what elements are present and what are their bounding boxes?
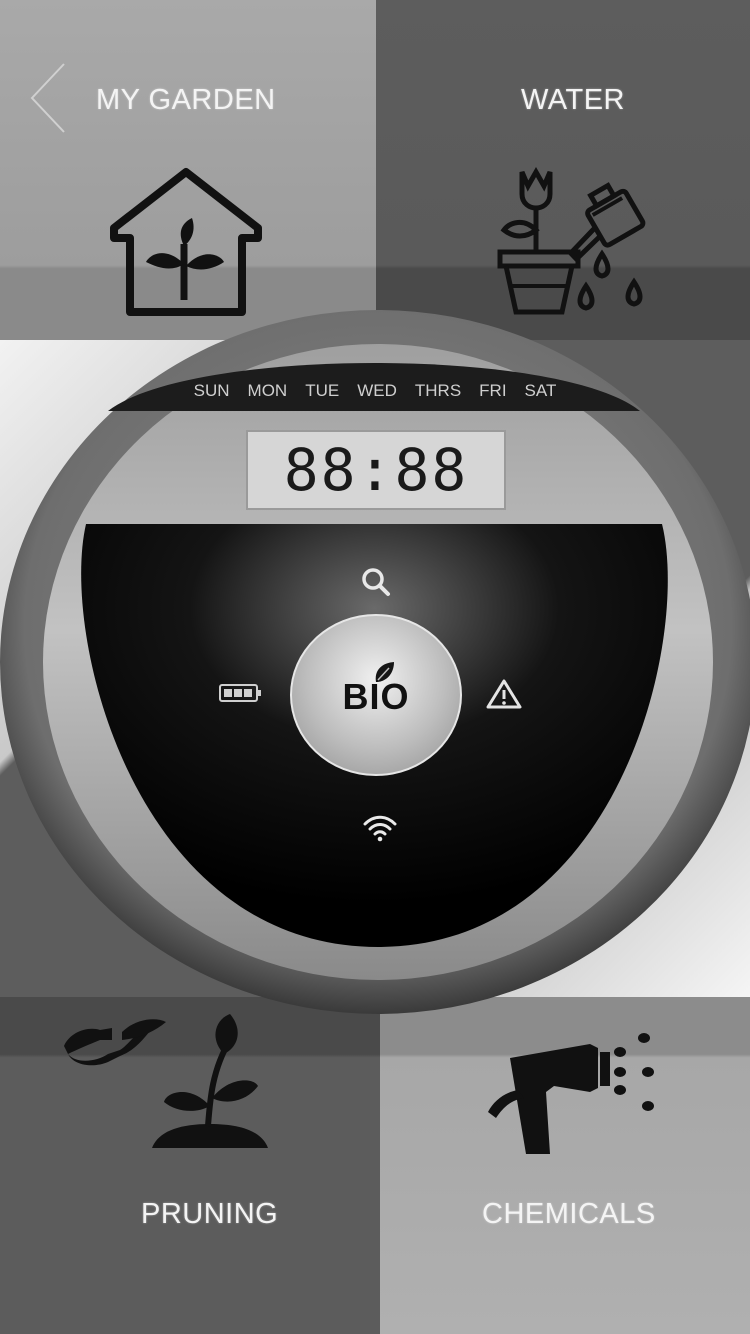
day-wed[interactable]: WED — [357, 381, 397, 401]
day-sat[interactable]: SAT — [525, 381, 557, 401]
day-sun[interactable]: SUN — [194, 381, 230, 401]
spray-gun-icon — [488, 1033, 654, 1154]
bio-label: BIO — [342, 676, 410, 717]
pruning-shears-icon — [64, 1014, 268, 1148]
bio-button[interactable]: BIO — [290, 614, 462, 776]
pruning-title: PRUNING — [141, 1198, 279, 1230]
warning-icon[interactable] — [486, 678, 522, 710]
weekday-selector: SUN MON TUE WED THRS FRI SAT — [110, 372, 640, 410]
my-garden-title: MY GARDEN — [96, 84, 276, 116]
day-thrs[interactable]: THRS — [415, 381, 461, 401]
day-fri[interactable]: FRI — [479, 381, 506, 401]
wifi-icon — [363, 815, 397, 842]
greenhouse-icon — [110, 168, 262, 316]
time-display: 88:88 — [246, 430, 506, 510]
day-tue[interactable]: TUE — [305, 381, 339, 401]
water-title: WATER — [521, 84, 625, 116]
chevron-left-icon[interactable] — [28, 62, 68, 134]
chemicals-title: CHEMICALS — [482, 1198, 656, 1230]
battery-icon — [219, 684, 261, 702]
day-mon[interactable]: MON — [248, 381, 288, 401]
watering-can-icon — [497, 166, 646, 315]
time-value: 88:88 — [283, 436, 469, 504]
search-icon[interactable] — [360, 566, 392, 598]
